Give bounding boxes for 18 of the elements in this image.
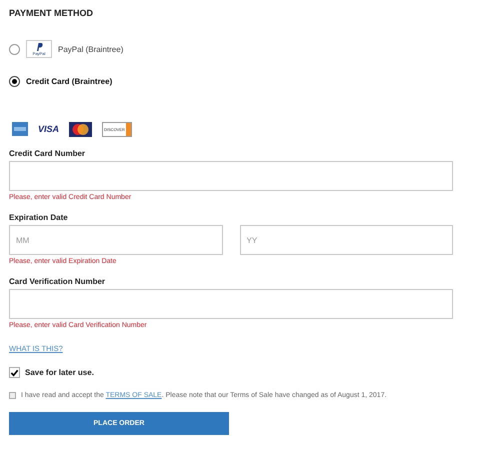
section-title: PAYMENT METHOD [9, 8, 94, 20]
field-label: Expiration Date [9, 213, 69, 224]
circles-icon [69, 122, 92, 136]
checkbox[interactable] [9, 367, 20, 378]
input-field[interactable] [9, 161, 453, 191]
checkbox-label: Save for later use. [25, 368, 94, 377]
radio-button[interactable] [9, 44, 20, 54]
field-label: Card Verification Number [9, 277, 106, 288]
input-field[interactable]: YY [240, 225, 453, 255]
method-label[interactable]: Credit Card (Braintree) [26, 76, 112, 86]
input-field[interactable] [9, 289, 453, 319]
card-logo: VISA [38, 124, 60, 134]
method-label[interactable]: PayPal (Braintree) [58, 44, 124, 54]
field-label: Credit Card Number [9, 149, 86, 160]
radio-button[interactable] [9, 76, 20, 86]
checkbox[interactable] [9, 392, 16, 399]
card-icon [12, 122, 28, 136]
input-field[interactable]: MM [9, 225, 222, 255]
